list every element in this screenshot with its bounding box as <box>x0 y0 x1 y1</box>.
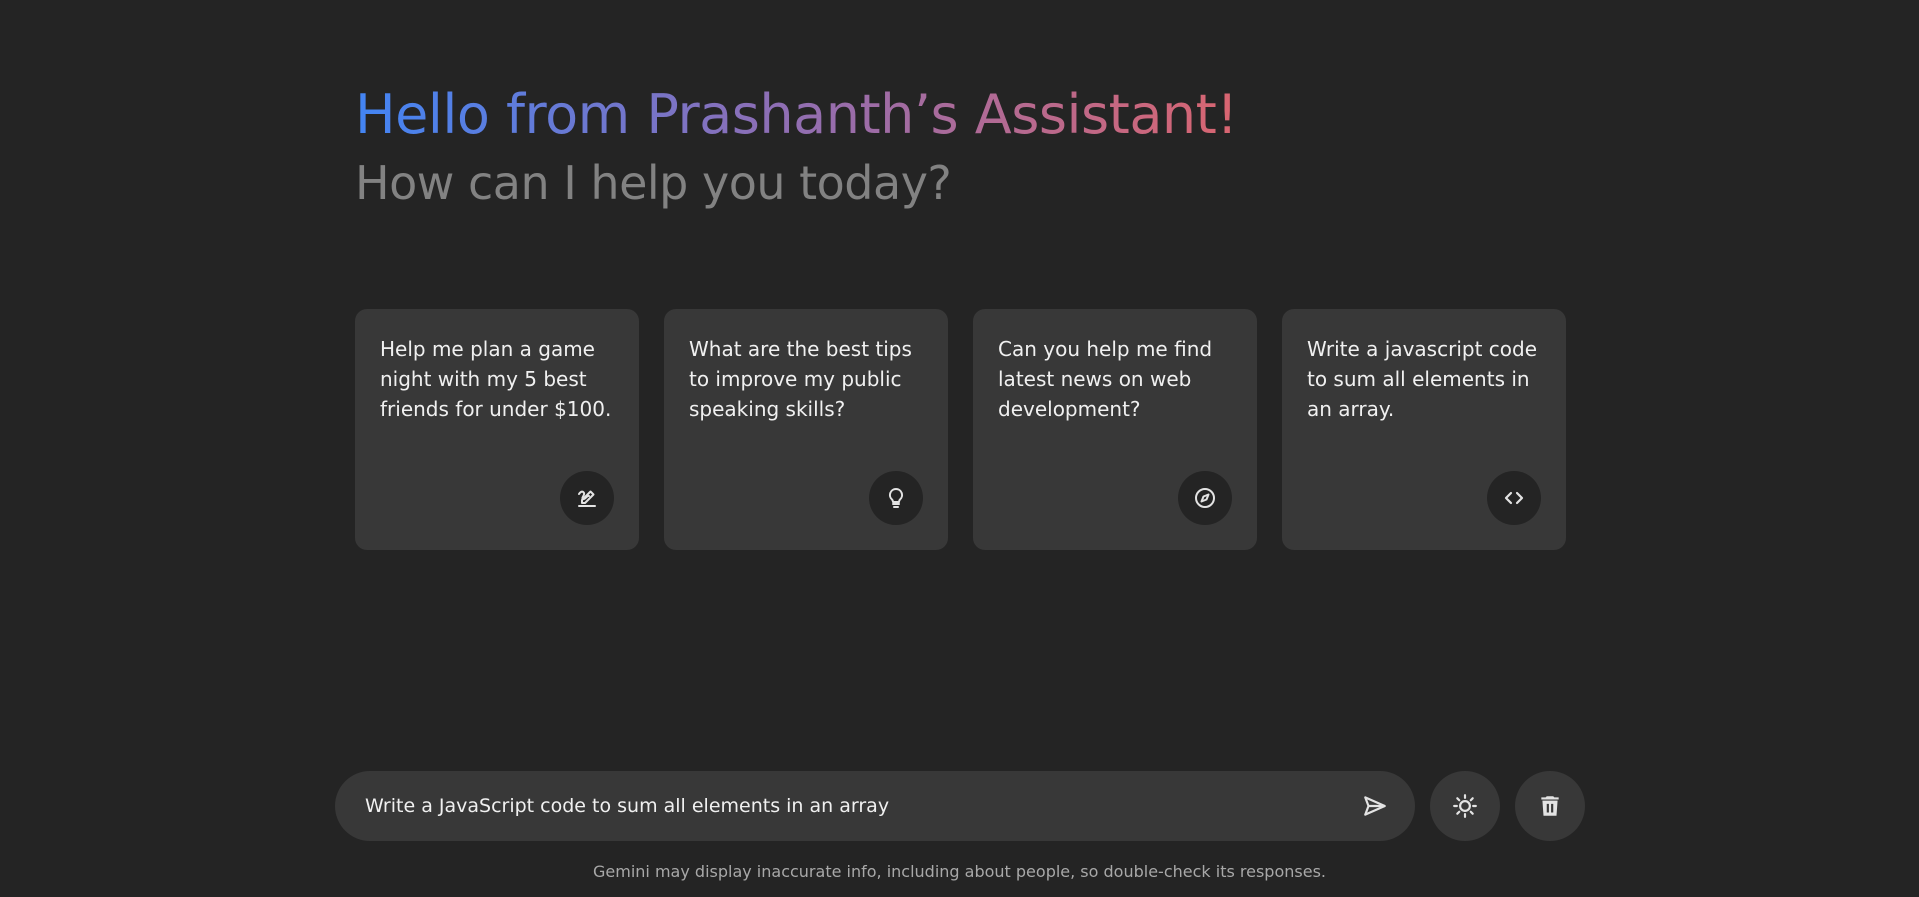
send-button[interactable] <box>1355 786 1395 826</box>
prompt-bar <box>335 771 1585 841</box>
suggestion-list: Help me plan a game night with my 5 best… <box>355 309 1566 550</box>
sun-icon <box>1453 794 1477 818</box>
prompt-input[interactable] <box>335 771 1415 841</box>
suggestion-card-javascript[interactable]: Write a javascript code to sum all eleme… <box>1282 309 1566 550</box>
greeting-header: Hello from Prashanth’s Assistant! How ca… <box>355 80 1555 216</box>
lightbulb-icon <box>869 471 923 525</box>
suggestion-text: Help me plan a game night with my 5 best… <box>380 337 612 421</box>
explore-icon <box>1178 471 1232 525</box>
suggestion-text: Write a javascript code to sum all eleme… <box>1307 337 1537 421</box>
page-subtitle: How can I help you today? <box>355 156 952 210</box>
disclaimer-text: Gemini may display inaccurate info, incl… <box>593 862 1326 881</box>
delete-chat-button[interactable] <box>1515 771 1585 841</box>
delete-icon <box>1541 796 1559 816</box>
draw-icon <box>560 471 614 525</box>
page-title: Hello from Prashanth’s Assistant! <box>355 80 1238 150</box>
prompt-input-wrapper <box>335 771 1415 841</box>
suggestion-card-game-night[interactable]: Help me plan a game night with my 5 best… <box>355 309 639 550</box>
suggestion-text: Can you help me find latest news on web … <box>998 337 1213 421</box>
suggestion-text: What are the best tips to improve my pub… <box>689 337 912 421</box>
theme-toggle-button[interactable] <box>1430 771 1500 841</box>
suggestion-card-public-speaking[interactable]: What are the best tips to improve my pub… <box>664 309 948 550</box>
send-icon <box>1364 796 1386 816</box>
suggestion-card-web-news[interactable]: Can you help me find latest news on web … <box>973 309 1257 550</box>
code-icon <box>1487 471 1541 525</box>
